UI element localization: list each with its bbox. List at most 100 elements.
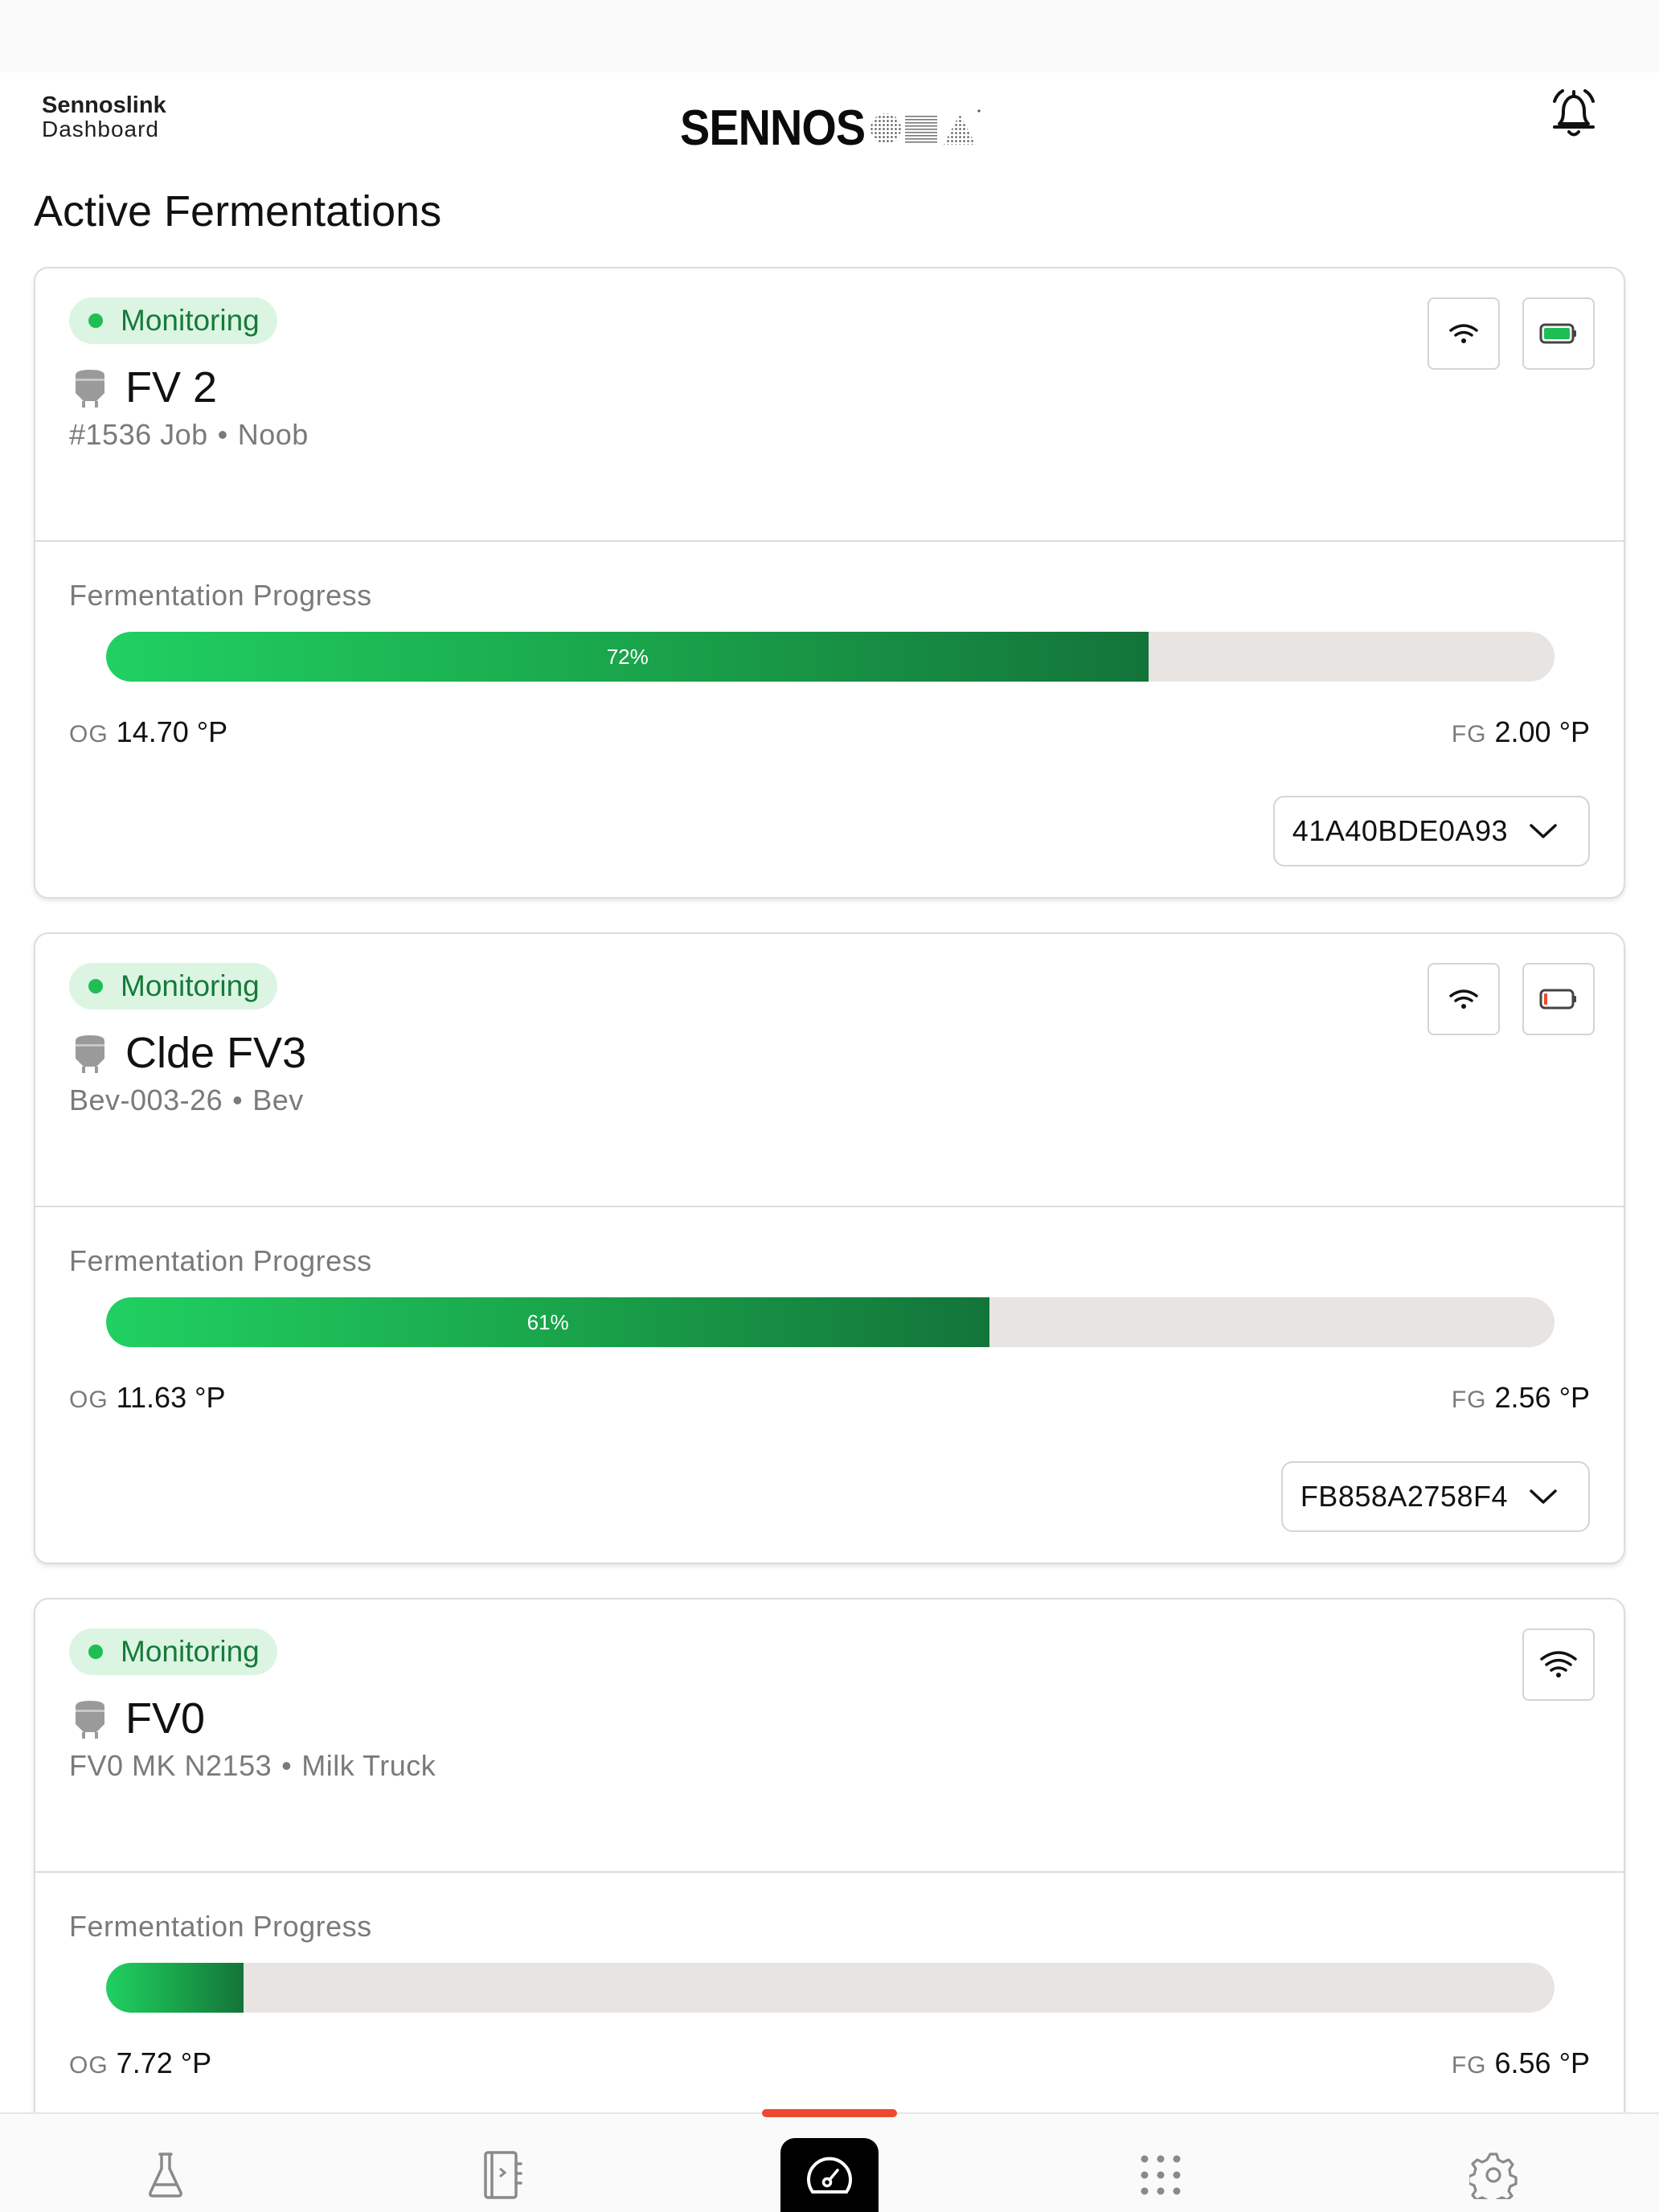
og-label: OG [69,721,109,748]
batch-number: FV0 MK N2153 [69,1749,272,1782]
fg-label: FG [1451,1387,1487,1413]
battery-status-button[interactable] [1522,297,1595,370]
status-dot-icon [88,1645,103,1659]
fg-value: 6.56 °P [1494,2046,1590,2079]
chevron-down-icon [1530,824,1557,838]
vessel-row: Clde FV3 [72,1027,306,1079]
og-value: 11.63 °P [116,1381,226,1414]
wifi-strong-icon [1540,1651,1577,1677]
fermentation-card[interactable]: Monitoring FV 2 #1536 Job • Noob Fermentat… [34,267,1625,899]
vessel-name: FV0 [125,1694,206,1743]
status-badge: Monitoring [69,963,277,1010]
og-value: 14.70 °P [116,715,228,748]
device-id: 41A40BDE0A93 [1292,814,1508,847]
logo-wordmark: SENNOS [680,100,866,156]
device-select[interactable]: 41A40BDE0A93 [1272,796,1590,866]
fermenter-tank-icon [76,370,104,408]
app-subtitle: Dashboard [42,117,159,141]
brand-logo: SENNOS [680,100,981,156]
progress-label: Fermentation Progress [69,1910,372,1943]
fg-value: 2.56 °P [1494,1381,1590,1414]
original-gravity: OG 7.72 °P [69,2046,211,2080]
status-label: Monitoring [121,1635,260,1668]
progress-fill: 61% [106,1297,990,1347]
tab-settings[interactable] [1455,2136,1532,2212]
progress-percent: 72% [606,644,649,669]
final-gravity: FG 2.00 °P [1452,715,1590,749]
vessel-row: FV0 [72,1693,205,1744]
fg-label: FG [1451,2052,1487,2079]
progress-bar: 72% [106,632,1555,682]
status-strip [0,0,1659,72]
wifi-icon [1449,989,1478,1009]
beer-name: Milk Truck [301,1749,436,1782]
separator: • [281,1749,293,1782]
vessel-name: Clde FV3 [125,1029,307,1077]
separator: • [217,418,228,451]
fermentation-card[interactable]: Monitoring Clde FV3 Bev-003-26 • Bev Ferme… [34,932,1625,1564]
apps-grid-icon [1141,2155,1181,2195]
status-dot-icon [88,979,103,993]
progress-bar [106,1963,1555,2013]
app-identity: Sennoslink Dashboard [42,93,166,141]
page-title: Active Fermentations [34,187,442,236]
final-gravity: FG 6.56 °P [1452,2046,1590,2080]
og-label: OG [69,2052,109,2079]
status-badge: Monitoring [69,297,277,344]
status-label: Monitoring [121,969,260,1002]
card-divider [35,540,1624,542]
bottom-tab-bar [0,2109,1659,2212]
tab-recipes[interactable] [463,2136,540,2212]
original-gravity: OG 11.63 °P [69,1381,226,1415]
active-tab-indicator [762,2109,897,2117]
battery-status-button[interactable] [1522,963,1595,1035]
flask-icon [149,2153,182,2198]
wifi-status-button[interactable] [1428,963,1500,1035]
beer-name: Bev [252,1083,304,1116]
wifi-icon [1449,324,1478,343]
card-divider [35,1206,1624,1207]
wifi-status-button[interactable] [1428,297,1500,370]
settings-gear-icon [1469,2153,1518,2199]
fermenter-tank-icon [76,1035,104,1073]
app-name: Sennoslink [42,92,166,118]
batch-info: #1536 Job • Noob [69,418,309,452]
tab-lab[interactable] [127,2136,204,2212]
app-header: Sennoslink Dashboard SENNOS [0,72,1659,177]
status-dot-icon [88,313,103,328]
vessel-name: FV 2 [125,363,218,412]
wifi-status-button[interactable] [1522,1628,1595,1701]
batch-number: #1536 Job [69,418,208,451]
final-gravity: FG 2.56 °P [1452,1381,1590,1415]
fg-value: 2.00 °P [1494,715,1590,748]
vessel-row: FV 2 [72,362,217,413]
og-label: OG [69,1387,109,1413]
progress-fill [106,1963,244,2013]
batch-info: FV0 MK N2153 • Milk Truck [69,1749,436,1783]
batch-number: Bev-003-26 [69,1083,223,1116]
tab-apps[interactable] [1122,2136,1199,2212]
device-select[interactable]: FB858A2758F4 [1280,1461,1590,1532]
status-badge: Monitoring [69,1628,277,1675]
recipe-book-icon [484,2151,522,2199]
progress-percent: 61% [526,1309,569,1334]
original-gravity: OG 14.70 °P [69,715,227,749]
batch-info: Bev-003-26 • Bev [69,1083,304,1117]
chevron-down-icon [1530,1489,1557,1504]
og-value: 7.72 °P [116,2046,212,2079]
fermenter-tank-icon [76,1701,104,1739]
logo-graphic-icon [870,109,981,145]
bell-icon[interactable] [1550,87,1598,140]
battery-full-icon [1539,323,1576,344]
battery-low-icon [1539,989,1576,1010]
progress-label: Fermentation Progress [69,579,372,612]
progress-bar: 61% [106,1297,1555,1347]
card-divider [35,1871,1624,1873]
fg-label: FG [1451,721,1487,748]
tab-dashboard[interactable] [780,2138,879,2212]
progress-fill: 72% [106,632,1149,682]
beer-name: Noob [237,418,309,451]
progress-label: Fermentation Progress [69,1244,372,1277]
dashboard-gauge-icon [807,2157,852,2194]
status-label: Monitoring [121,304,260,337]
